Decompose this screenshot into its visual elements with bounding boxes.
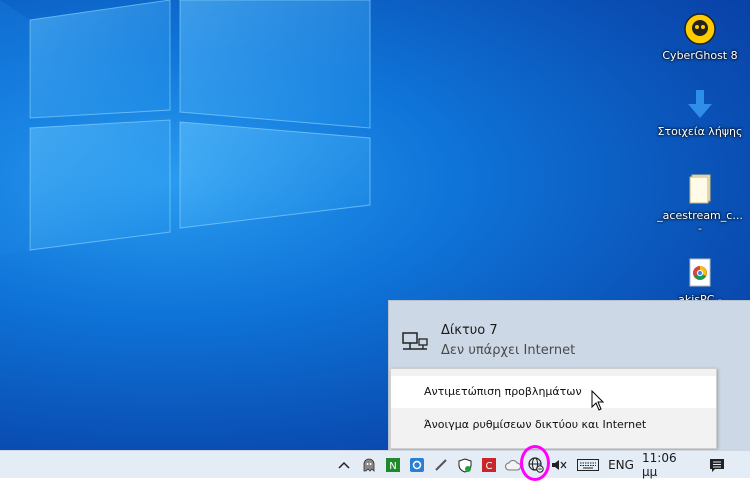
svg-text:N: N xyxy=(389,461,396,472)
pen-tray-icon[interactable] xyxy=(432,451,450,479)
desktop-icon-label: CyberGhost 8 xyxy=(662,49,738,62)
desktop-icon-label: Στοιχεία λήψης xyxy=(657,125,743,138)
ccleaner-tray-icon[interactable]: C xyxy=(480,451,498,479)
ghost-tray-icon[interactable] xyxy=(360,451,378,479)
network-context-menu: Αντιμετώπιση προβλημάτων Άνοιγμα ρυθμίσε… xyxy=(390,368,717,449)
windows-security-shield-icon[interactable] xyxy=(456,451,474,479)
wired-network-icon xyxy=(401,331,429,357)
cyberghost-icon xyxy=(683,12,717,46)
annotation-highlight-circle xyxy=(520,445,550,481)
desktop-icon-downloads[interactable]: Στοιχεία λήψης xyxy=(655,88,745,138)
mouse-cursor-icon xyxy=(591,389,605,416)
app-n-tray-icon[interactable]: N xyxy=(384,451,402,479)
taskbar: N C ENG 11:06 μμ xyxy=(0,450,750,479)
desktop-icon-acestream[interactable]: _acestream_c... - xyxy=(655,172,745,235)
taskbar-clock[interactable]: 11:06 μμ xyxy=(642,451,694,479)
speaker-muted-icon[interactable] xyxy=(550,451,568,479)
network-status: Δεν υπάρχει Internet xyxy=(441,343,576,358)
network-name[interactable]: Δίκτυο 7 xyxy=(441,323,498,338)
show-hidden-icons-chevron-up-icon[interactable] xyxy=(336,451,352,479)
action-center-notifications-icon[interactable] xyxy=(704,451,730,479)
update-tray-icon[interactable] xyxy=(408,451,426,479)
menu-item-troubleshoot[interactable]: Αντιμετώπιση προβλημάτων xyxy=(391,376,716,408)
desktop-icon-cyberghost[interactable]: CyberGhost 8 xyxy=(655,12,745,62)
download-arrow-icon xyxy=(683,88,717,122)
svg-text:C: C xyxy=(486,461,493,472)
input-language-indicator[interactable]: ENG xyxy=(606,451,636,479)
document-file-icon xyxy=(683,172,717,206)
desktop-icon-akispc[interactable]: akisPC - xyxy=(655,256,745,306)
chrome-shortcut-icon xyxy=(683,256,717,290)
desktop-icon-label: _acestream_c... - xyxy=(657,209,743,235)
touch-keyboard-icon[interactable] xyxy=(575,451,601,479)
menu-item-open-network-settings[interactable]: Άνοιγμα ρυθμίσεων δικτύου και Internet xyxy=(391,409,716,441)
